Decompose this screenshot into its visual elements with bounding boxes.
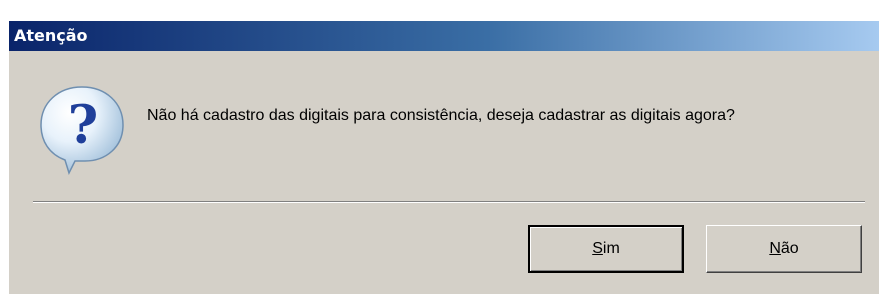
separator-line xyxy=(33,201,865,203)
yes-button[interactable]: Sim xyxy=(528,225,684,273)
question-icon: ? xyxy=(40,86,124,175)
no-button-label: Não xyxy=(769,240,799,257)
svg-text:?: ? xyxy=(68,95,98,156)
confirm-dialog: Atenção ? Não há cadastro das digitais p… xyxy=(8,20,879,294)
dialog-title: Atenção xyxy=(14,26,88,45)
dialog-title-bar[interactable]: Atenção xyxy=(9,21,879,51)
no-button[interactable]: Não xyxy=(706,225,862,273)
dialog-message: Não há cadastro das digitais para consis… xyxy=(147,107,735,124)
yes-button-label: Sim xyxy=(592,240,620,257)
